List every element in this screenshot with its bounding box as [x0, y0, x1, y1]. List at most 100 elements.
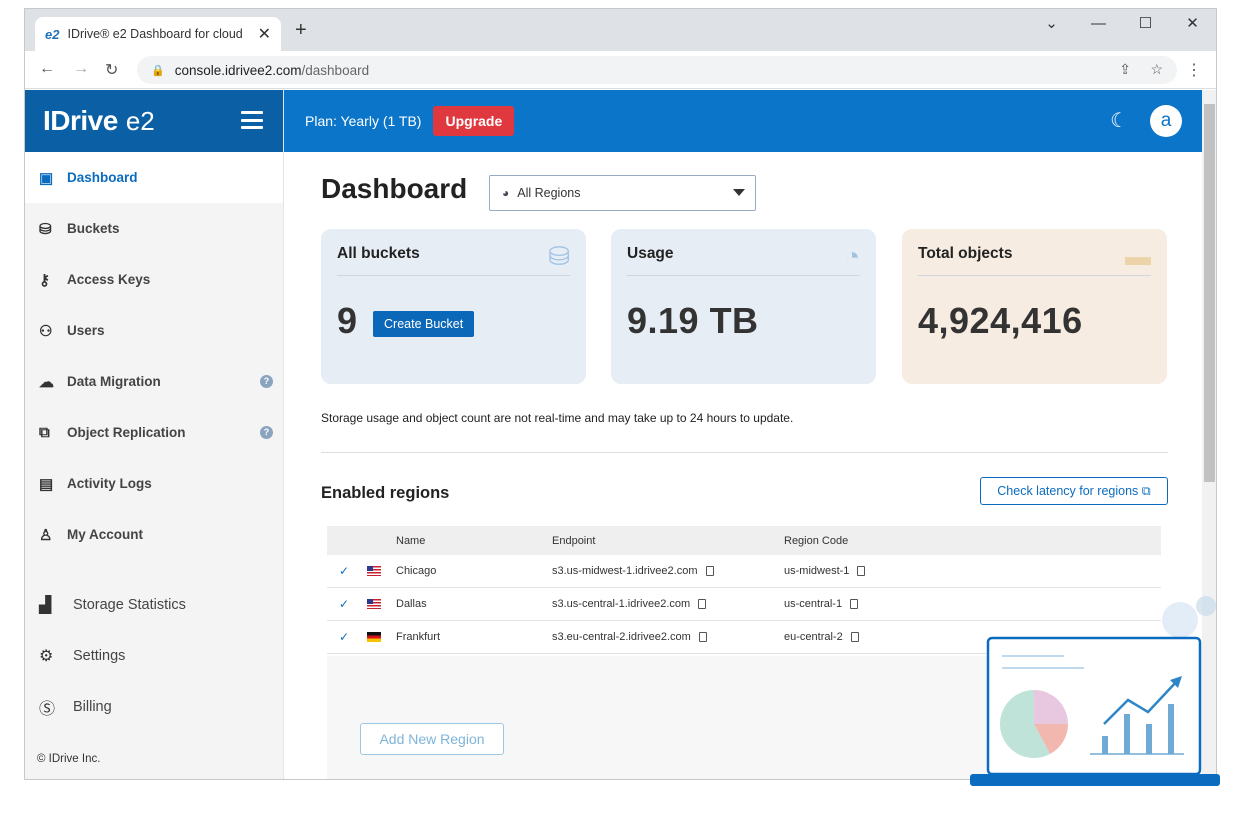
browser-tab[interactable]: e2 IDrive® e2 Dashboard for cloud ✕	[35, 17, 281, 51]
dark-mode-icon[interactable]: ☾	[1110, 108, 1128, 133]
objects-value: 4,924,416	[918, 300, 1083, 341]
sidebar-item-label: Settings	[73, 647, 126, 664]
check-icon: ✓	[338, 630, 349, 644]
hamburger-menu-icon[interactable]	[241, 111, 263, 129]
region-code: us-central-1	[784, 598, 843, 610]
table-header: Name Endpoint Region Code	[327, 526, 1161, 555]
gear-icon: ⚙	[39, 647, 54, 665]
sidebar-item-object-replication[interactable]: ⧉ Object Replication?	[25, 407, 283, 458]
key-icon: ⚷	[39, 271, 50, 289]
copy-icon[interactable]	[850, 632, 859, 643]
copy-icon[interactable]	[850, 599, 859, 610]
share-icon[interactable]: ⇪	[1119, 61, 1131, 78]
check-latency-button[interactable]: Check latency for regions ⧉	[980, 477, 1168, 505]
usage-value: 9.19 TB	[627, 300, 759, 341]
favicon: e2	[45, 26, 60, 42]
sidebar-item-label: My Account	[67, 527, 144, 542]
url-host: console.idrivee2.com	[174, 62, 302, 78]
sidebar-item-label: Users	[67, 323, 105, 338]
sidebar-item-access-keys[interactable]: ⚷ Access Keys	[25, 254, 283, 305]
top-bar: Plan: Yearly (1 TB) Upgrade ☾ a	[284, 90, 1202, 152]
sidebar-item-my-account[interactable]: ♙ My Account	[25, 509, 283, 560]
sidebar-item-label: Access Keys	[67, 272, 151, 287]
card-usage: Usage ◔ 9.19 TB	[611, 229, 876, 384]
card-title: All buckets	[337, 245, 570, 276]
brand-name: IDrive	[43, 105, 118, 136]
region-select[interactable]: ◕ All Regions	[489, 175, 756, 211]
page-title: Dashboard	[321, 173, 468, 204]
help-icon[interactable]: ?	[260, 375, 273, 388]
logo[interactable]: IDrive e2	[25, 90, 283, 152]
header-endpoint: Endpoint	[552, 534, 596, 547]
tab-title: IDrive® e2 Dashboard for cloud	[67, 27, 243, 41]
tab-search-icon[interactable]: ⌄	[1028, 9, 1075, 39]
sidebar-menu-secondary: ▟ Storage Statistics ⚙ Settings Ⓢ Billing	[25, 579, 283, 732]
sidebar-item-billing[interactable]: Ⓢ Billing	[25, 681, 283, 732]
upgrade-button[interactable]: Upgrade	[433, 106, 515, 136]
add-new-region-button[interactable]: Add New Region	[360, 723, 504, 755]
sidebar-item-label: Data Migration	[67, 374, 161, 389]
region-code: us-midwest-1	[784, 565, 850, 577]
sidebar-item-buckets[interactable]: ⛁ Buckets	[25, 203, 283, 254]
sidebar-item-activity-logs[interactable]: ▤ Activity Logs	[25, 458, 283, 509]
forward-icon[interactable]: →	[73, 60, 89, 78]
new-tab-icon[interactable]: +	[295, 19, 307, 42]
de-flag-icon	[367, 632, 381, 643]
sidebar-item-label: Billing	[73, 698, 112, 715]
sidebar-item-dashboard[interactable]: ▣ Dashboard	[25, 152, 283, 203]
maximize-icon[interactable]: ☐	[1122, 9, 1169, 39]
browser-menu-icon[interactable]: ⋮	[1186, 60, 1202, 80]
minimize-icon[interactable]: —	[1075, 9, 1122, 39]
folder-icon: ▬	[1125, 241, 1151, 271]
analytics-illustration	[970, 596, 1220, 786]
enabled-regions-title: Enabled regions	[321, 484, 450, 502]
sidebar-item-data-migration[interactable]: ☁ Data Migration?	[25, 356, 283, 407]
copy-icon[interactable]	[698, 599, 707, 610]
sidebar-item-settings[interactable]: ⚙ Settings	[25, 630, 283, 681]
reload-icon[interactable]: ↻	[105, 60, 118, 80]
address-bar: ← → ↻ 🔒 console.idrivee2.com/dashboard ⇪…	[25, 51, 1216, 89]
url-field[interactable]: 🔒 console.idrivee2.com/dashboard ⇪ ☆	[137, 56, 1177, 84]
close-tab-icon[interactable]: ✕	[258, 24, 271, 44]
region-endpoint: s3.eu-central-2.idrivee2.com	[552, 631, 691, 643]
copy-icon[interactable]	[705, 566, 714, 577]
chevron-down-icon	[733, 189, 745, 196]
brand-suffix: e2	[125, 105, 155, 136]
region-endpoint: s3.us-midwest-1.idrivee2.com	[552, 565, 698, 577]
cloud-migration-icon: ☁	[39, 373, 54, 391]
bookmark-star-icon[interactable]: ☆	[1150, 61, 1163, 78]
tab-strip: e2 IDrive® e2 Dashboard for cloud ✕ + ⌄ …	[25, 9, 1216, 51]
copy-icon[interactable]	[857, 566, 866, 577]
check-icon: ✓	[338, 597, 349, 611]
divider	[321, 452, 1168, 453]
sidebar-item-users[interactable]: ⚇ Users	[25, 305, 283, 356]
region-select-value: All Regions	[517, 186, 581, 200]
sidebar-item-label: Object Replication	[67, 425, 186, 440]
region-endpoint: s3.us-central-1.idrivee2.com	[552, 598, 691, 610]
scrollbar-thumb[interactable]	[1204, 104, 1215, 482]
user-icon: ♙	[39, 526, 53, 544]
document-icon: ▤	[39, 475, 54, 493]
sidebar-menu: ▣ Dashboard ⛁ Buckets ⚷ Access Keys ⚇ Users …	[25, 152, 283, 560]
region-code: eu-central-2	[784, 631, 843, 643]
users-icon: ⚇	[39, 322, 53, 340]
bucket-icon: ⛁	[39, 220, 52, 238]
card-all-buckets: All buckets ⛁ 9 Create Bucket	[321, 229, 586, 384]
header-region-code: Region Code	[784, 534, 849, 547]
close-window-icon[interactable]: ✕	[1169, 9, 1216, 39]
sidebar-item-label: Dashboard	[67, 170, 138, 185]
dollar-icon: Ⓢ	[39, 700, 56, 718]
copy-icon[interactable]	[698, 632, 707, 643]
sidebar-item-label: Buckets	[67, 221, 120, 236]
copyright: © IDrive Inc.	[37, 753, 101, 765]
back-icon[interactable]: ←	[39, 60, 55, 78]
create-bucket-button[interactable]: Create Bucket	[373, 311, 475, 337]
sidebar-item-storage-statistics[interactable]: ▟ Storage Statistics	[25, 579, 283, 630]
region-name: Dallas	[396, 598, 427, 610]
avatar[interactable]: a	[1150, 105, 1182, 137]
us-flag-icon	[367, 566, 381, 577]
help-icon[interactable]: ?	[260, 426, 273, 439]
bar-chart-icon: ▟	[39, 596, 52, 614]
external-link-icon: ⧉	[1141, 483, 1151, 498]
sidebar-item-label: Activity Logs	[67, 476, 152, 491]
